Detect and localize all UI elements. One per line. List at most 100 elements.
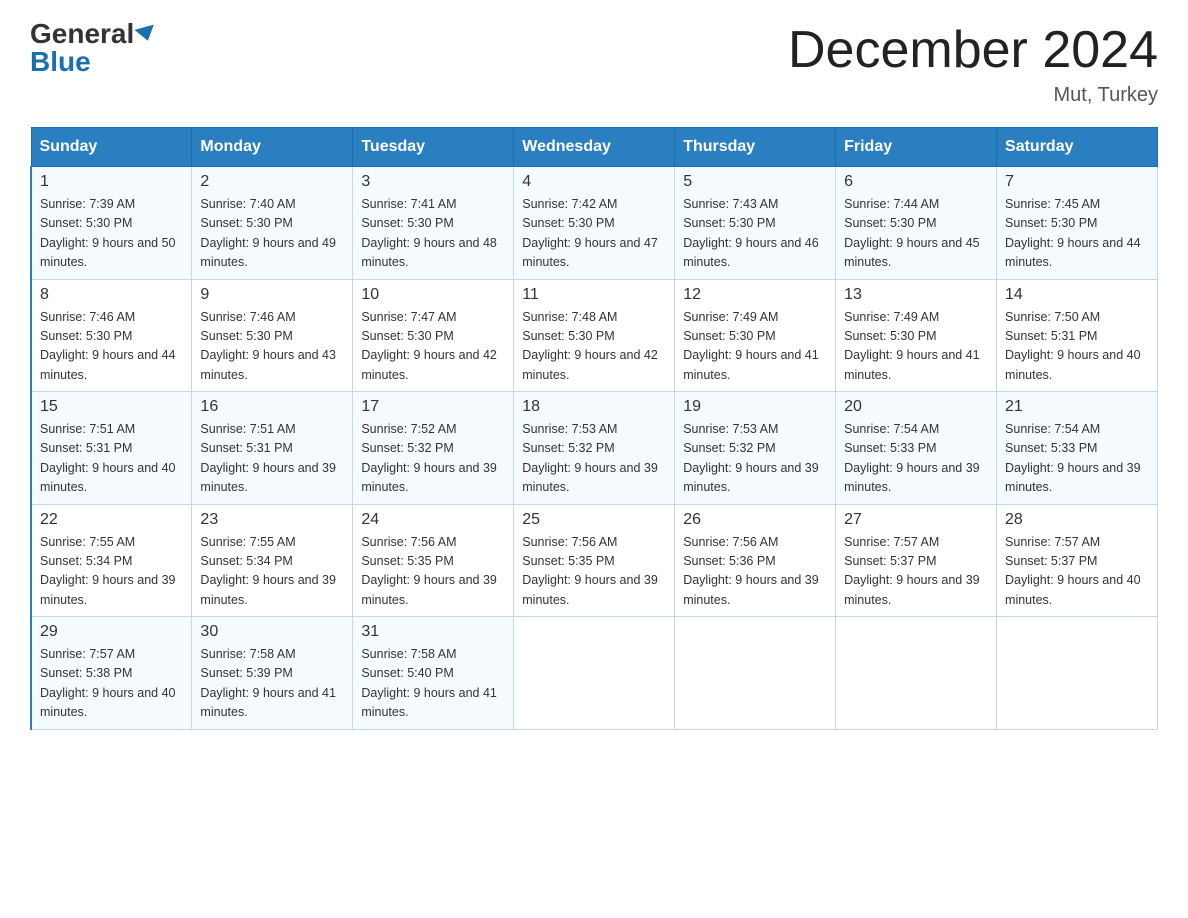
day-number: 19 <box>683 398 827 416</box>
calendar-cell: 6Sunrise: 7:44 AMSunset: 5:30 PMDaylight… <box>836 167 997 280</box>
day-of-week-sunday: Sunday <box>31 128 192 167</box>
day-info: Sunrise: 7:42 AMSunset: 5:30 PMDaylight:… <box>522 195 666 273</box>
day-number: 5 <box>683 173 827 191</box>
day-number: 27 <box>844 511 988 529</box>
day-info: Sunrise: 7:57 AMSunset: 5:37 PMDaylight:… <box>1005 533 1149 611</box>
day-number: 12 <box>683 286 827 304</box>
calendar-table: SundayMondayTuesdayWednesdayThursdayFrid… <box>30 127 1158 730</box>
day-number: 23 <box>200 511 344 529</box>
calendar-cell: 11 Sunrise: 7:48 AMSunset: 5:30 PMDayligh… <box>514 279 675 392</box>
day-of-week-monday: Monday <box>192 128 353 167</box>
week-row-5: 29 Sunrise: 7:57 AMSunset: 5:38 PMDayligh… <box>31 617 1158 730</box>
day-info: Sunrise: 7:56 AMSunset: 5:36 PMDaylight:… <box>683 533 827 611</box>
calendar-cell: 26 Sunrise: 7:56 AMSunset: 5:36 PMDayligh… <box>675 504 836 617</box>
day-info: Sunrise: 7:52 AMSunset: 5:32 PMDaylight:… <box>361 420 505 498</box>
calendar-cell: 27 Sunrise: 7:57 AMSunset: 5:37 PMDayligh… <box>836 504 997 617</box>
day-number: 17 <box>361 398 505 416</box>
day-number: 7 <box>1005 173 1149 191</box>
day-number: 16 <box>200 398 344 416</box>
day-info: Sunrise: 7:53 AMSunset: 5:32 PMDaylight:… <box>683 420 827 498</box>
calendar-cell: 24 Sunrise: 7:56 AMSunset: 5:35 PMDayligh… <box>353 504 514 617</box>
day-info: Sunrise: 7:48 AMSunset: 5:30 PMDaylight:… <box>522 308 666 386</box>
calendar-cell: 20 Sunrise: 7:54 AMSunset: 5:33 PMDayligh… <box>836 392 997 505</box>
day-of-week-wednesday: Wednesday <box>514 128 675 167</box>
calendar-cell: 13 Sunrise: 7:49 AMSunset: 5:30 PMDayligh… <box>836 279 997 392</box>
calendar-body: 1Sunrise: 7:39 AMSunset: 5:30 PMDaylight… <box>31 167 1158 730</box>
week-row-3: 15Sunrise: 7:51 AMSunset: 5:31 PMDayligh… <box>31 392 1158 505</box>
day-number: 25 <box>522 511 666 529</box>
day-info: Sunrise: 7:51 AMSunset: 5:31 PMDaylight:… <box>40 420 183 498</box>
days-of-week-row: SundayMondayTuesdayWednesdayThursdayFrid… <box>31 128 1158 167</box>
logo: General Blue <box>30 20 156 76</box>
day-info: Sunrise: 7:40 AMSunset: 5:30 PMDaylight:… <box>200 195 344 273</box>
day-number: 11 <box>522 286 666 304</box>
week-row-2: 8 Sunrise: 7:46 AMSunset: 5:30 PMDaylight… <box>31 279 1158 392</box>
day-number: 24 <box>361 511 505 529</box>
calendar-cell: 15Sunrise: 7:51 AMSunset: 5:31 PMDayligh… <box>31 392 192 505</box>
day-info: Sunrise: 7:55 AMSunset: 5:34 PMDaylight:… <box>200 533 344 611</box>
day-info: Sunrise: 7:41 AMSunset: 5:30 PMDaylight:… <box>361 195 505 273</box>
day-number: 8 <box>40 286 183 304</box>
day-number: 9 <box>200 286 344 304</box>
day-number: 18 <box>522 398 666 416</box>
logo-triangle-icon <box>135 25 158 44</box>
day-number: 22 <box>40 511 183 529</box>
calendar-cell <box>836 617 997 730</box>
header-right: December 2024 Mut, Turkey <box>788 20 1158 107</box>
calendar-cell: 4 Sunrise: 7:42 AMSunset: 5:30 PMDaylight… <box>514 167 675 280</box>
day-info: Sunrise: 7:50 AMSunset: 5:31 PMDaylight:… <box>1005 308 1149 386</box>
day-info: Sunrise: 7:45 AMSunset: 5:30 PMDaylight:… <box>1005 195 1149 273</box>
day-info: Sunrise: 7:44 AMSunset: 5:30 PMDaylight:… <box>844 195 988 273</box>
week-row-1: 1Sunrise: 7:39 AMSunset: 5:30 PMDaylight… <box>31 167 1158 280</box>
day-info: Sunrise: 7:46 AMSunset: 5:30 PMDaylight:… <box>200 308 344 386</box>
calendar-cell: 28 Sunrise: 7:57 AMSunset: 5:37 PMDayligh… <box>997 504 1158 617</box>
day-info: Sunrise: 7:51 AMSunset: 5:31 PMDaylight:… <box>200 420 344 498</box>
calendar-cell: 1Sunrise: 7:39 AMSunset: 5:30 PMDaylight… <box>31 167 192 280</box>
day-info: Sunrise: 7:53 AMSunset: 5:32 PMDaylight:… <box>522 420 666 498</box>
day-info: Sunrise: 7:56 AMSunset: 5:35 PMDaylight:… <box>361 533 505 611</box>
calendar-cell: 17 Sunrise: 7:52 AMSunset: 5:32 PMDayligh… <box>353 392 514 505</box>
calendar-cell: 31Sunrise: 7:58 AMSunset: 5:40 PMDayligh… <box>353 617 514 730</box>
logo-general-text: General <box>30 20 134 48</box>
day-number: 20 <box>844 398 988 416</box>
day-number: 4 <box>522 173 666 191</box>
calendar-cell: 25 Sunrise: 7:56 AMSunset: 5:35 PMDayligh… <box>514 504 675 617</box>
day-of-week-thursday: Thursday <box>675 128 836 167</box>
calendar-cell: 19 Sunrise: 7:53 AMSunset: 5:32 PMDayligh… <box>675 392 836 505</box>
day-number: 21 <box>1005 398 1149 416</box>
day-info: Sunrise: 7:56 AMSunset: 5:35 PMDaylight:… <box>522 533 666 611</box>
day-of-week-saturday: Saturday <box>997 128 1158 167</box>
calendar-cell: 30Sunrise: 7:58 AMSunset: 5:39 PMDayligh… <box>192 617 353 730</box>
day-info: Sunrise: 7:57 AMSunset: 5:37 PMDaylight:… <box>844 533 988 611</box>
day-number: 2 <box>200 173 344 191</box>
calendar-cell: 2 Sunrise: 7:40 AMSunset: 5:30 PMDaylight… <box>192 167 353 280</box>
calendar-header: SundayMondayTuesdayWednesdayThursdayFrid… <box>31 128 1158 167</box>
day-info: Sunrise: 7:57 AMSunset: 5:38 PMDaylight:… <box>40 645 183 723</box>
day-number: 13 <box>844 286 988 304</box>
calendar-cell: 12Sunrise: 7:49 AMSunset: 5:30 PMDayligh… <box>675 279 836 392</box>
day-number: 29 <box>40 623 183 641</box>
day-info: Sunrise: 7:43 AMSunset: 5:30 PMDaylight:… <box>683 195 827 273</box>
calendar-cell: 8Sunrise: 7:46 AMSunset: 5:30 PMDaylight… <box>31 279 192 392</box>
day-number: 3 <box>361 173 505 191</box>
day-info: Sunrise: 7:54 AMSunset: 5:33 PMDaylight:… <box>844 420 988 498</box>
calendar-cell <box>514 617 675 730</box>
day-number: 26 <box>683 511 827 529</box>
calendar-cell: 16 Sunrise: 7:51 AMSunset: 5:31 PMDayligh… <box>192 392 353 505</box>
day-of-week-friday: Friday <box>836 128 997 167</box>
location: Mut, Turkey <box>788 84 1158 107</box>
day-number: 28 <box>1005 511 1149 529</box>
day-info: Sunrise: 7:49 AMSunset: 5:30 PMDaylight:… <box>844 308 988 386</box>
calendar-cell: 10Sunrise: 7:47 AMSunset: 5:30 PMDayligh… <box>353 279 514 392</box>
calendar-cell: 23 Sunrise: 7:55 AMSunset: 5:34 PMDayligh… <box>192 504 353 617</box>
month-title: December 2024 <box>788 20 1158 80</box>
calendar-cell: 14Sunrise: 7:50 AMSunset: 5:31 PMDayligh… <box>997 279 1158 392</box>
day-number: 10 <box>361 286 505 304</box>
calendar-cell: 22Sunrise: 7:55 AMSunset: 5:34 PMDayligh… <box>31 504 192 617</box>
day-info: Sunrise: 7:58 AMSunset: 5:40 PMDaylight:… <box>361 645 505 723</box>
calendar-cell: 18 Sunrise: 7:53 AMSunset: 5:32 PMDayligh… <box>514 392 675 505</box>
page-header: General Blue December 2024 Mut, Turkey <box>30 20 1158 107</box>
day-info: Sunrise: 7:54 AMSunset: 5:33 PMDaylight:… <box>1005 420 1149 498</box>
calendar-cell <box>675 617 836 730</box>
calendar-cell: 29 Sunrise: 7:57 AMSunset: 5:38 PMDayligh… <box>31 617 192 730</box>
